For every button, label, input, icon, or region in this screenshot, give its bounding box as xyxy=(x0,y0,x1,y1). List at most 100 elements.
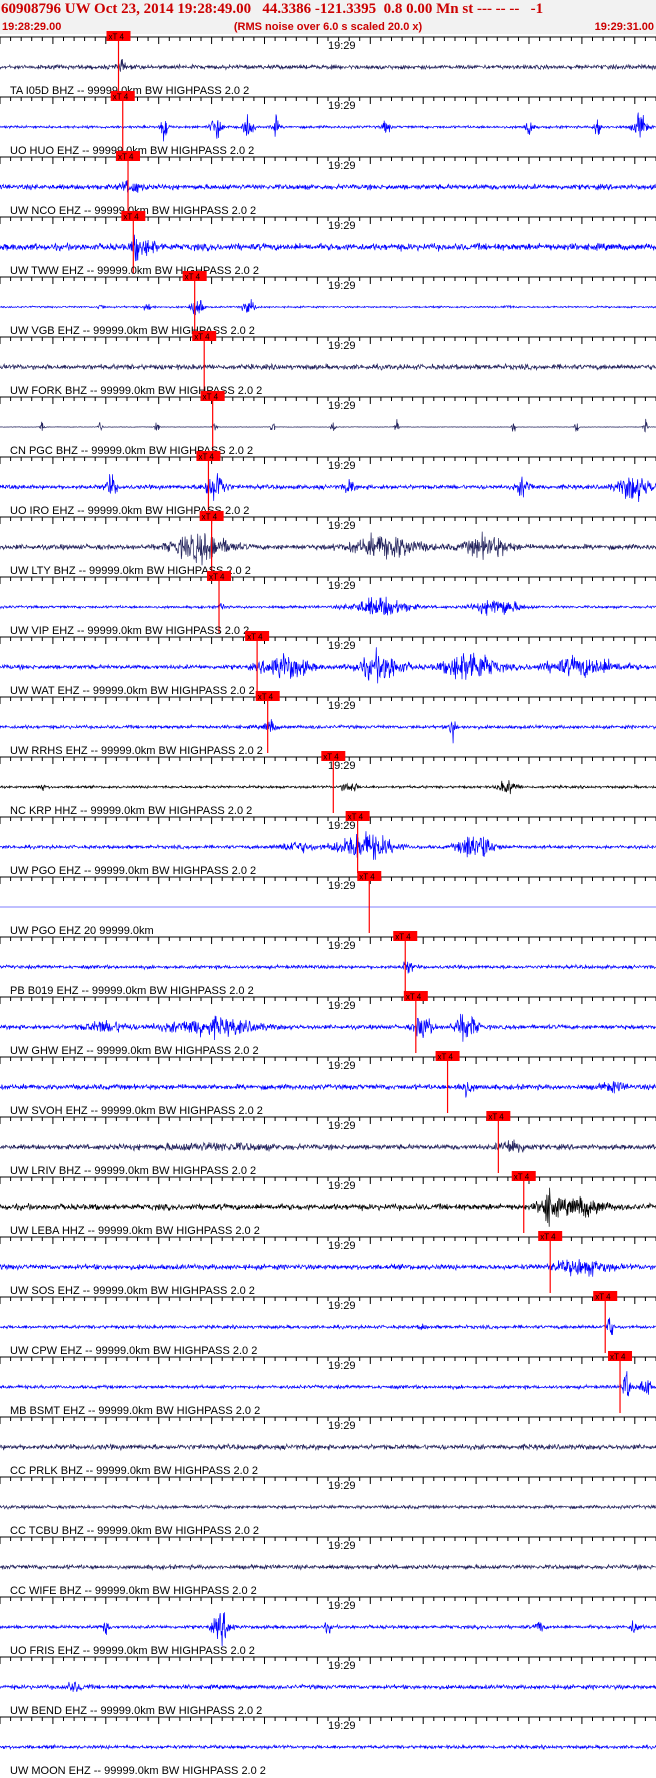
time-tick-label: 19:29 xyxy=(328,1180,356,1192)
time-tick-label: 19:29 xyxy=(328,940,356,952)
waveform xyxy=(0,418,656,433)
waveform xyxy=(0,719,656,744)
phase-pick-label: xT 4 xyxy=(595,1293,611,1302)
time-tick-label: 19:29 xyxy=(328,1300,356,1312)
phase-pick-label: xT 4 xyxy=(118,153,134,162)
station-label: UW VIP EHZ -- 99999.0km BW HIGHPASS 2.0 … xyxy=(10,625,249,637)
station-label: UW LRIV BHZ -- 99999.0km BW HIGHPASS 2.0… xyxy=(10,1165,256,1177)
waveform xyxy=(0,1563,656,1571)
time-tick-label: 19:29 xyxy=(328,700,356,712)
waveform xyxy=(0,234,656,262)
time-tick-label: 19:29 xyxy=(328,1060,356,1072)
waveform xyxy=(0,1743,656,1751)
time-tick-label: 19:29 xyxy=(328,1540,356,1552)
waveform xyxy=(0,180,656,193)
time-tick-label: 19:29 xyxy=(328,640,356,652)
time-tick-label: 19:29 xyxy=(328,1480,356,1492)
time-tick-label: 19:29 xyxy=(328,100,356,112)
station-label: UW LEBA HHZ -- 99999.0km BW HIGHPASS 2.0… xyxy=(10,1225,260,1237)
station-label: UW VGB EHZ -- 99999.0km BW HIGHPASS 2.0 … xyxy=(10,325,255,337)
phase-pick-label: xT 4 xyxy=(540,1233,556,1242)
waveform xyxy=(0,299,656,316)
waveform xyxy=(0,362,656,372)
waveform xyxy=(0,780,656,795)
waveform xyxy=(0,1317,656,1336)
phase-pick-label: xT 4 xyxy=(113,93,129,102)
time-tick-label: 19:29 xyxy=(328,820,356,832)
phase-pick-label: xT 4 xyxy=(198,453,214,462)
time-tick-label: 19:29 xyxy=(328,880,356,892)
phase-pick-label: xT 4 xyxy=(514,1173,530,1182)
waveform xyxy=(0,647,656,684)
phase-pick-label: xT 4 xyxy=(123,213,139,222)
phase-pick-label: xT 4 xyxy=(610,1353,626,1362)
phase-pick-label: xT 4 xyxy=(395,933,411,942)
waveform xyxy=(0,1681,656,1692)
time-tick-label: 19:29 xyxy=(328,1120,356,1132)
time-tick-label: 19:29 xyxy=(328,280,356,292)
waveform xyxy=(0,1187,656,1227)
time-tick-label: 19:29 xyxy=(328,400,356,412)
time-tick-label: 19:29 xyxy=(328,760,356,772)
station-label: UW CPW EHZ -- 99999.0km BW HIGHPASS 2.0 … xyxy=(10,1345,257,1357)
time-tick-label: 19:29 xyxy=(328,1600,356,1612)
phase-pick-label: xT 4 xyxy=(109,33,125,42)
waveform xyxy=(0,1081,656,1098)
time-tick-label: 19:29 xyxy=(328,1720,356,1732)
time-tick-label: 19:29 xyxy=(328,1000,356,1012)
time-tick-label: 19:29 xyxy=(328,1420,356,1432)
phase-pick-label: xT 4 xyxy=(203,393,219,402)
station-label: UW TWW EHZ -- 99999.0km BW HIGHPASS 2.0 … xyxy=(10,265,259,277)
time-tick-label: 19:29 xyxy=(328,460,356,472)
station-label: UW WAT EHZ -- 99999.0km BW HIGHPASS 2.0 … xyxy=(10,685,255,697)
waveform xyxy=(0,1442,656,1452)
phase-pick-label: xT 4 xyxy=(359,873,375,882)
time-tick-label: 19:29 xyxy=(328,40,356,52)
time-tick-label: 19:29 xyxy=(328,220,356,232)
waveform xyxy=(0,961,656,974)
station-label: UW PGO EHZ -- 99999.0km BW HIGHPASS 2.0 … xyxy=(10,865,256,877)
time-tick-label: 19:29 xyxy=(328,340,356,352)
station-label: UW GHW EHZ -- 99999.0km BW HIGHPASS 2.0 … xyxy=(10,1045,259,1057)
phase-pick-label: xT 4 xyxy=(323,753,339,762)
station-label: MB BSMT EHZ -- 99999.0km BW HIGHPASS 2.0… xyxy=(10,1405,260,1417)
station-label: UW SOS EHZ -- 99999.0km BW HIGHPASS 2.0 … xyxy=(10,1285,255,1297)
waveform xyxy=(0,531,656,566)
waveform xyxy=(0,1139,656,1153)
phase-pick-label: xT 4 xyxy=(348,813,364,822)
waveform xyxy=(0,112,656,142)
phase-pick-label: xT 4 xyxy=(202,513,218,522)
seismogram-plot: 19:29xT 4TA I05D BHZ -- 99999.0km BW HIG… xyxy=(0,31,656,1777)
station-label: PB B019 EHZ -- 99999.0km BW HIGHPASS 2.0… xyxy=(10,985,254,997)
phase-pick-label: xT 4 xyxy=(185,273,201,282)
time-tick-label: 19:29 xyxy=(328,1240,356,1252)
time-tick-label: 19:29 xyxy=(328,520,356,532)
waveform xyxy=(0,1612,656,1647)
waveform xyxy=(0,1371,656,1397)
time-tick-label: 19:29 xyxy=(328,580,356,592)
station-label: UW MOON EHZ -- 99999.0km BW HIGHPASS 2.0… xyxy=(10,1765,266,1777)
waveform xyxy=(0,473,656,503)
phase-pick-label: xT 4 xyxy=(209,573,225,582)
station-label: UW BEND EHZ -- 99999.0km BW HIGHPASS 2.0… xyxy=(10,1705,262,1717)
time-tick-label: 19:29 xyxy=(328,1660,356,1672)
time-tick-label: 19:29 xyxy=(328,160,356,172)
station-label: UW RRHS EHZ -- 99999.0km BW HIGHPASS 2.0… xyxy=(10,745,263,757)
waveform xyxy=(0,1503,656,1511)
phase-pick-label: xT 4 xyxy=(438,1053,454,1062)
time-tick-label: 19:29 xyxy=(328,1360,356,1372)
station-label: UW PGO EHZ 20 99999.0km xyxy=(10,925,154,937)
phase-pick-label: xT 4 xyxy=(194,333,210,342)
station-label: NC KRP HHZ -- 99999.0km BW HIGHPASS 2.0 … xyxy=(10,805,252,817)
waveform xyxy=(0,831,656,860)
waveform xyxy=(0,596,656,616)
station-label: CC PRLK BHZ -- 99999.0km BW HIGHPASS 2.0… xyxy=(10,1465,258,1477)
waveform xyxy=(0,1259,656,1277)
phase-pick-label: xT 4 xyxy=(488,1113,504,1122)
waveform xyxy=(0,1013,656,1042)
station-label: CC WIFE BHZ -- 99999.0km BW HIGHPASS 2.0… xyxy=(10,1585,257,1597)
station-label: CC TCBU BHZ -- 99999.0km BW HIGHPASS 2.0… xyxy=(10,1525,259,1537)
station-label: UW SVOH EHZ -- 99999.0km BW HIGHPASS 2.0… xyxy=(10,1105,263,1117)
waveform xyxy=(0,58,656,72)
phase-pick-label: xT 4 xyxy=(406,993,422,1002)
